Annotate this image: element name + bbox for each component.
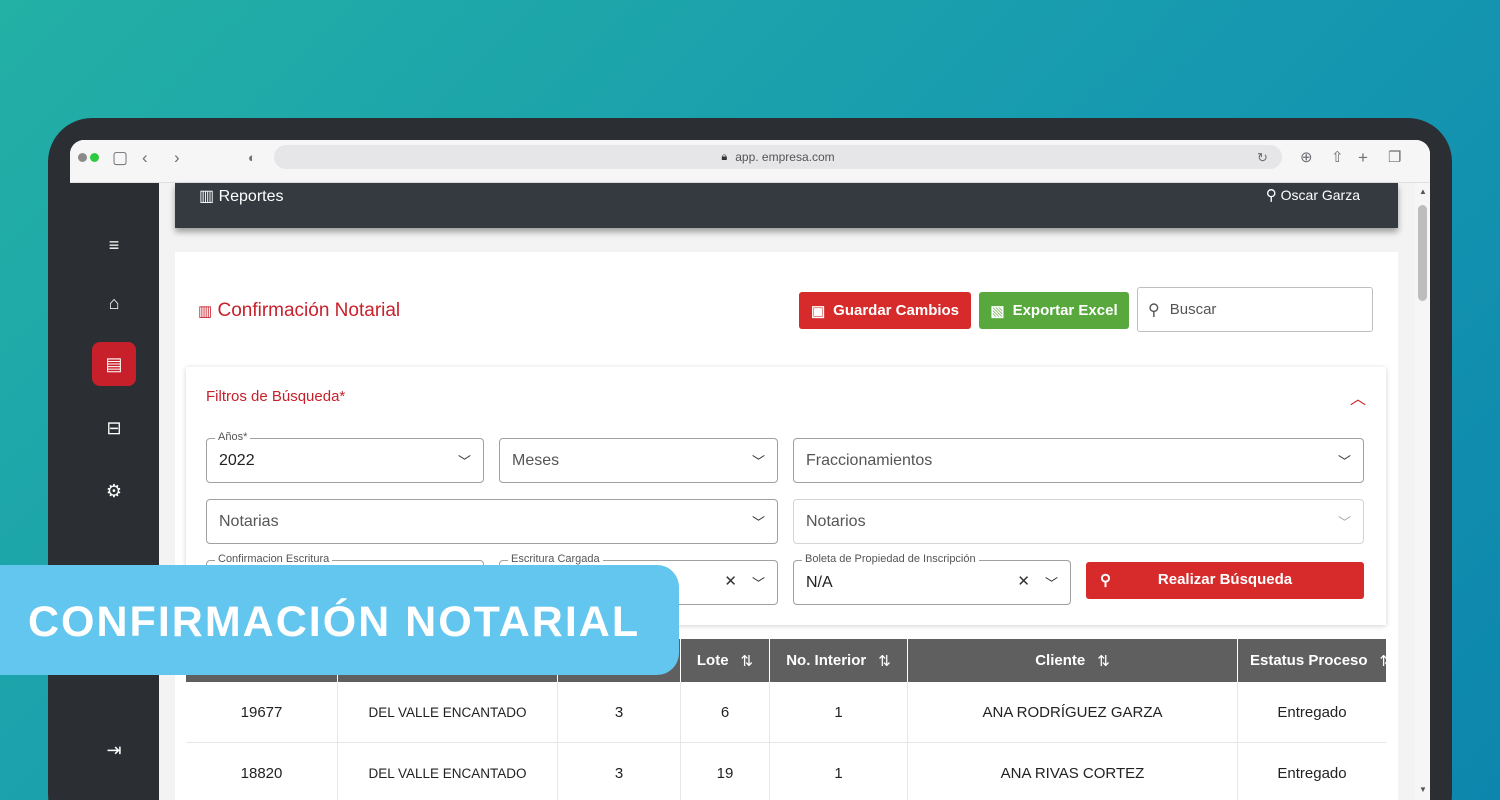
boleta-propiedad-select[interactable]: Boleta de Propiedad de Inscripción N/A ✕… [793, 553, 1071, 605]
notarias-select[interactable]: Notarias ﹀ [206, 499, 778, 544]
sort-icon: ⇅ [1097, 652, 1110, 670]
brand[interactable]: ▥ Reportes [199, 186, 284, 206]
cell-interior: 1 [770, 682, 908, 743]
lock-icon: 🔒︎ [721, 150, 728, 163]
user-menu[interactable]: ⚲ Oscar Garza [1266, 186, 1360, 204]
confirmacion-escritura-label: Confirmacion Escritura [215, 553, 333, 565]
title-banner: CONFIRMACIÓN NOTARIAL [0, 565, 679, 675]
window-zoom-icon[interactable] [90, 153, 99, 162]
cell-estatus: Entregado [1277, 704, 1347, 721]
cell-manzana: 3 [558, 682, 681, 743]
cell-lote: 6 [681, 682, 770, 743]
reload-icon[interactable]: ↻ [1257, 148, 1268, 168]
menu-icon[interactable]: ≡ [92, 223, 136, 267]
cell-interior: 1 [770, 743, 908, 800]
meses-select[interactable]: Meses ﹀ [499, 438, 778, 483]
cell-id: 18820 [186, 743, 338, 800]
fraccionamientos-placeholder: Fraccionamientos [806, 451, 933, 469]
main-content: ▥ Reportes ⚲ Oscar Garza ▥ Confirmación … [159, 183, 1415, 800]
user-icon: ⚲ [1265, 187, 1277, 204]
chevron-down-icon: ﹀ [457, 454, 471, 469]
column-header-interior[interactable]: No. Interior ⇅ [770, 639, 908, 682]
browser-toolbar: ▢ ‹ › ◐ 🔒︎ app. empresa.com ↻ ⊕ ⇧ + ❐ [70, 140, 1430, 183]
column-header-estatus[interactable]: Estatus Proceso ⇅ [1238, 639, 1386, 682]
sort-icon: ⇅ [878, 652, 891, 670]
cell-id: 19677 [186, 682, 338, 743]
new-tab-icon[interactable]: + [1358, 148, 1368, 168]
home-icon[interactable]: ⌂ [92, 281, 136, 325]
chart-icon: ▥ [199, 188, 215, 205]
filters-title: Filtros de Búsqueda* [206, 388, 346, 405]
scroll-down-icon[interactable]: ▼ [1419, 785, 1427, 794]
screen: ▢ ‹ › ◐ 🔒︎ app. empresa.com ↻ ⊕ ⇧ + ❐ ≡ … [70, 140, 1430, 800]
column-header-lote[interactable]: Lote ⇅ [681, 639, 770, 682]
page-scrollbar[interactable]: ▲ ▼ [1415, 183, 1430, 800]
scrollbar-thumb[interactable] [1418, 205, 1427, 301]
back-icon[interactable]: ‹ [142, 148, 148, 168]
chevron-up-icon[interactable]: ︿ [1350, 385, 1366, 409]
boleta-propiedad-label: Boleta de Propiedad de Inscripción [802, 553, 979, 565]
cell-fraccionamiento: DEL VALLE ENCANTADO [338, 743, 558, 800]
chevron-down-icon: ﹀ [751, 454, 765, 469]
chevron-down-icon: ﹀ [1044, 576, 1058, 591]
user-name: Oscar Garza [1280, 187, 1360, 203]
scroll-up-icon[interactable]: ▲ [1419, 187, 1427, 196]
share-icon[interactable]: ⇧ [1331, 148, 1344, 168]
save-icon: ▣ [810, 302, 826, 320]
report-card: ▥ Confirmación Notarial ▣ Guardar Cambio… [175, 252, 1398, 800]
download-icon[interactable]: ⊕ [1300, 148, 1313, 168]
app-header: ▥ Reportes ⚲ Oscar Garza [175, 183, 1398, 228]
chevron-down-icon: ﹀ [751, 576, 765, 591]
clear-icon[interactable]: ✕ [724, 572, 737, 590]
excel-icon: ▧ [990, 302, 1005, 320]
boleta-propiedad-value: N/A [806, 573, 833, 591]
chevron-down-icon: ﹀ [1337, 515, 1351, 530]
sidebar: ≡ ⌂ ▤ ⊟ ⚙ ⇥ [70, 183, 159, 800]
briefcase-icon[interactable]: ⊟ [92, 406, 136, 450]
anios-value: 2022 [219, 451, 255, 469]
cell-cliente: ANA RIVAS CORTEZ [908, 743, 1238, 800]
search-placeholder: Buscar [1169, 301, 1217, 318]
anios-label: Años* [215, 431, 251, 443]
notarios-placeholder: Notarios [806, 512, 866, 530]
sort-icon: ⇅ [740, 652, 754, 670]
table-row[interactable]: 18820 DEL VALLE ENCANTADO 3 19 1 ANA RIV… [186, 743, 1386, 800]
tabs-overview-icon[interactable]: ❐ [1388, 148, 1401, 168]
cell-cliente: ANA RODRÍGUEZ GARZA [908, 682, 1238, 743]
search-input[interactable]: ⚲ Buscar [1137, 287, 1373, 332]
chevron-down-icon: ﹀ [1337, 454, 1351, 469]
fraccionamientos-select[interactable]: Fraccionamientos ﹀ [793, 438, 1364, 483]
cell-fraccionamiento: DEL VALLE ENCANTADO [338, 682, 558, 743]
page-title: ▥ Confirmación Notarial [198, 300, 401, 321]
cell-estatus: Entregado [1277, 765, 1347, 782]
sidebar-toggle-icon[interactable]: ▢ [112, 148, 128, 168]
window-dot-icon[interactable] [78, 153, 87, 162]
shield-icon[interactable]: ◐ [248, 148, 256, 168]
chevron-down-icon: ﹀ [751, 515, 765, 530]
search-icon: ⚲ [1148, 301, 1160, 319]
anios-select[interactable]: Años* 2022 ﹀ [206, 431, 484, 483]
gear-icon[interactable]: ⚙ [92, 469, 136, 513]
escritura-cargada-label: Escritura Cargada [508, 553, 603, 565]
notarias-placeholder: Notarias [219, 512, 279, 530]
table-row[interactable]: 19677 DEL VALLE ENCANTADO 3 6 1 ANA RODR… [186, 682, 1386, 743]
search-button[interactable]: ⚲ Realizar Búsqueda [1086, 562, 1364, 599]
logout-icon[interactable]: ⇥ [92, 728, 136, 772]
chart-icon: ▥ [198, 303, 213, 320]
url-text: app. empresa.com [735, 150, 835, 164]
inbox-icon[interactable]: ▤ [92, 342, 136, 386]
forward-icon[interactable]: › [174, 148, 180, 168]
sort-icon: ⇅ [1379, 652, 1386, 670]
column-header-cliente[interactable]: Cliente ⇅ [908, 639, 1238, 682]
cell-lote: 19 [681, 743, 770, 800]
brand-label: Reportes [218, 188, 284, 205]
notarios-select[interactable]: Notarios ﹀ [793, 499, 1364, 544]
export-excel-button[interactable]: ▧ Exportar Excel [979, 292, 1129, 329]
meses-placeholder: Meses [512, 451, 560, 469]
save-button[interactable]: ▣ Guardar Cambios [799, 292, 971, 329]
cell-manzana: 3 [558, 743, 681, 800]
banner-text: CONFIRMACIÓN NOTARIAL [28, 598, 641, 646]
clear-icon[interactable]: ✕ [1017, 572, 1030, 590]
address-bar[interactable]: 🔒︎ app. empresa.com [274, 145, 1282, 169]
